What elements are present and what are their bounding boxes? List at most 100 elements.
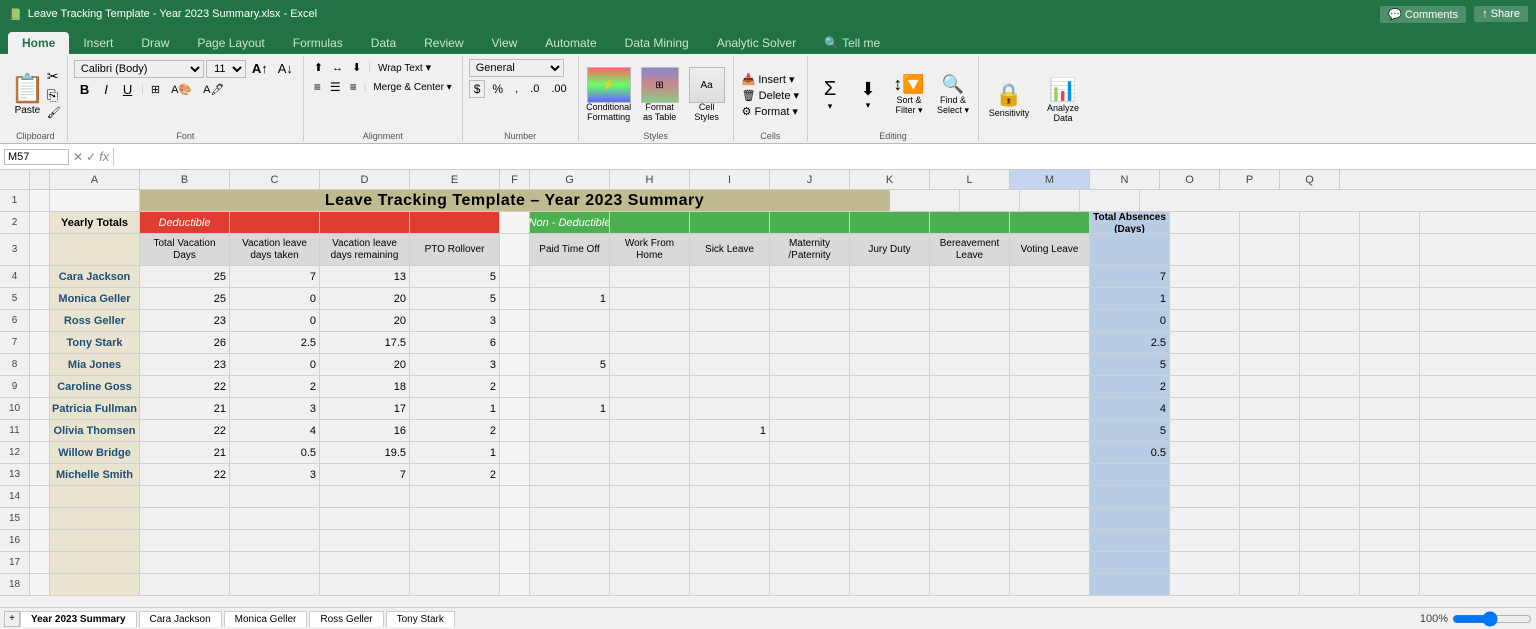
increase-decimal-button[interactable]: .00 <box>546 81 571 97</box>
row-num-8[interactable]: 8 <box>0 354 30 375</box>
col-header-blank[interactable] <box>30 170 50 189</box>
col-header-d[interactable]: D <box>320 170 410 189</box>
add-sheet-button[interactable]: + <box>4 611 20 627</box>
analyze-data-button[interactable]: 📊 AnalyzeData <box>1037 77 1089 123</box>
tab-automate[interactable]: Automate <box>531 32 610 54</box>
col-header-h[interactable]: H <box>610 170 690 189</box>
share-button[interactable]: ↑ Share <box>1474 6 1528 22</box>
cancel-formula-button[interactable]: ✕ <box>73 150 83 164</box>
sheet-tab-cara[interactable]: Cara Jackson <box>139 611 222 627</box>
col-header-j[interactable]: J <box>770 170 850 189</box>
bold-button[interactable]: B <box>74 80 95 99</box>
tab-data[interactable]: Data <box>357 32 410 54</box>
insert-cells-button[interactable]: 📥 Insert ▾ <box>738 72 803 87</box>
align-right-button[interactable]: ≡ <box>346 78 361 96</box>
row-num-10[interactable]: 10 <box>0 398 30 419</box>
tab-formulas[interactable]: Formulas <box>279 32 357 54</box>
format-cells-button[interactable]: ⚙ Format ▾ <box>738 104 803 119</box>
sheet-tab-monica[interactable]: Monica Geller <box>224 611 308 627</box>
col-header-k[interactable]: K <box>850 170 930 189</box>
format-as-table-button[interactable]: ⊞ Formatas Table <box>637 67 683 123</box>
formula-input[interactable] <box>118 150 1532 164</box>
col-header-e[interactable]: E <box>410 170 500 189</box>
comments-button[interactable]: 💬 Comments <box>1380 6 1466 23</box>
col-header-i[interactable]: I <box>690 170 770 189</box>
col-header-m[interactable]: M <box>1010 170 1090 189</box>
comma-button[interactable]: , <box>510 81 523 97</box>
tab-tell-me[interactable]: 🔍 Tell me <box>810 32 894 54</box>
tab-home[interactable]: Home <box>8 32 69 54</box>
col-header-f[interactable]: F <box>500 170 530 189</box>
autosum-button[interactable]: Σ ▾ <box>812 78 848 112</box>
tab-review[interactable]: Review <box>410 32 477 54</box>
row-num-12[interactable]: 12 <box>0 442 30 463</box>
font-color-button[interactable]: A🖊 <box>199 81 228 98</box>
paste-button[interactable]: 📋 Paste <box>10 72 45 116</box>
percent-button[interactable]: % <box>487 80 508 98</box>
font-family-select[interactable]: Calibri (Body) <box>74 60 204 78</box>
fill-color-button[interactable]: A🎨 <box>167 81 196 98</box>
col-header-g[interactable]: G <box>530 170 610 189</box>
tab-analytic-solver[interactable]: Analytic Solver <box>703 32 810 54</box>
cell-styles-button[interactable]: Aa CellStyles <box>685 67 729 123</box>
row-num-16[interactable]: 16 <box>0 530 30 551</box>
align-bottom-button[interactable]: ⬇ <box>348 59 365 76</box>
copy-button[interactable]: ⎘ <box>47 87 61 104</box>
find-select-button[interactable]: 🔍 Find &Select ▾ <box>932 74 974 116</box>
row-num-6[interactable]: 6 <box>0 310 30 331</box>
number-format-select[interactable]: General <box>469 59 564 77</box>
sensitivity-button[interactable]: 🔒 Sensitivity <box>983 82 1035 118</box>
fill-button[interactable]: ⬇ ▾ <box>850 79 886 111</box>
sheet-tab-tony[interactable]: Tony Stark <box>386 611 455 627</box>
col-header-p[interactable]: P <box>1220 170 1280 189</box>
sheet-tab-summary[interactable]: Year 2023 Summary <box>20 611 137 627</box>
row-num-3[interactable]: 3 <box>0 234 30 265</box>
decrease-decimal-button[interactable]: .0 <box>525 81 544 97</box>
row-num-2[interactable]: 2 <box>0 212 30 233</box>
row-num-4[interactable]: 4 <box>0 266 30 287</box>
insert-function-button[interactable]: fx <box>99 149 109 164</box>
confirm-formula-button[interactable]: ✓ <box>86 150 96 164</box>
underline-button[interactable]: U <box>117 80 138 99</box>
tab-draw[interactable]: Draw <box>127 32 183 54</box>
font-size-select[interactable]: 11 <box>206 60 246 78</box>
zoom-slider[interactable] <box>1452 611 1532 627</box>
col-header-b[interactable]: B <box>140 170 230 189</box>
tab-data-mining[interactable]: Data Mining <box>611 32 703 54</box>
cut-button[interactable]: ✂ <box>47 68 61 85</box>
sort-filter-button[interactable]: ↕🔽 Sort &Filter ▾ <box>888 74 930 116</box>
align-left-button[interactable]: ≡ <box>310 78 325 96</box>
row-num-11[interactable]: 11 <box>0 420 30 441</box>
row-num-13[interactable]: 13 <box>0 464 30 485</box>
col-header-q[interactable]: Q <box>1280 170 1340 189</box>
row-num-5[interactable]: 5 <box>0 288 30 309</box>
row-num-1[interactable]: 1 <box>0 190 30 211</box>
conditional-formatting-button[interactable]: ⚡ ConditionalFormatting <box>583 67 635 123</box>
currency-button[interactable]: $ <box>469 80 486 98</box>
wrap-text-button[interactable]: Wrap Text ▾ <box>374 59 435 76</box>
format-painter-button[interactable]: 🖌 <box>47 106 61 119</box>
col-header-n[interactable]: N <box>1090 170 1160 189</box>
merge-center-button[interactable]: Merge & Center ▾ <box>369 80 455 95</box>
align-center-button[interactable]: ☰ <box>326 78 345 96</box>
italic-button[interactable]: I <box>98 80 114 99</box>
row-num-14[interactable]: 14 <box>0 486 30 507</box>
col-header-l[interactable]: L <box>930 170 1010 189</box>
row-num-18[interactable]: 18 <box>0 574 30 595</box>
decrease-font-button[interactable]: A↓ <box>274 59 297 78</box>
align-top-button[interactable]: ⬆ <box>310 59 327 76</box>
delete-cells-button[interactable]: 🗑 Delete ▾ <box>738 88 803 103</box>
increase-font-button[interactable]: A↑ <box>248 59 272 78</box>
col-header-o[interactable]: O <box>1160 170 1220 189</box>
row-num-15[interactable]: 15 <box>0 508 30 529</box>
row-num-7[interactable]: 7 <box>0 332 30 353</box>
sheet-tab-ross[interactable]: Ross Geller <box>309 611 383 627</box>
col-header-a[interactable]: A <box>50 170 140 189</box>
tab-page-layout[interactable]: Page Layout <box>183 32 278 54</box>
row-num-9[interactable]: 9 <box>0 376 30 397</box>
col-header-c[interactable]: C <box>230 170 320 189</box>
border-button[interactable]: ⊞ <box>147 81 164 98</box>
tab-view[interactable]: View <box>478 32 532 54</box>
row-num-17[interactable]: 17 <box>0 552 30 573</box>
align-middle-button[interactable]: ↔ <box>328 60 347 76</box>
